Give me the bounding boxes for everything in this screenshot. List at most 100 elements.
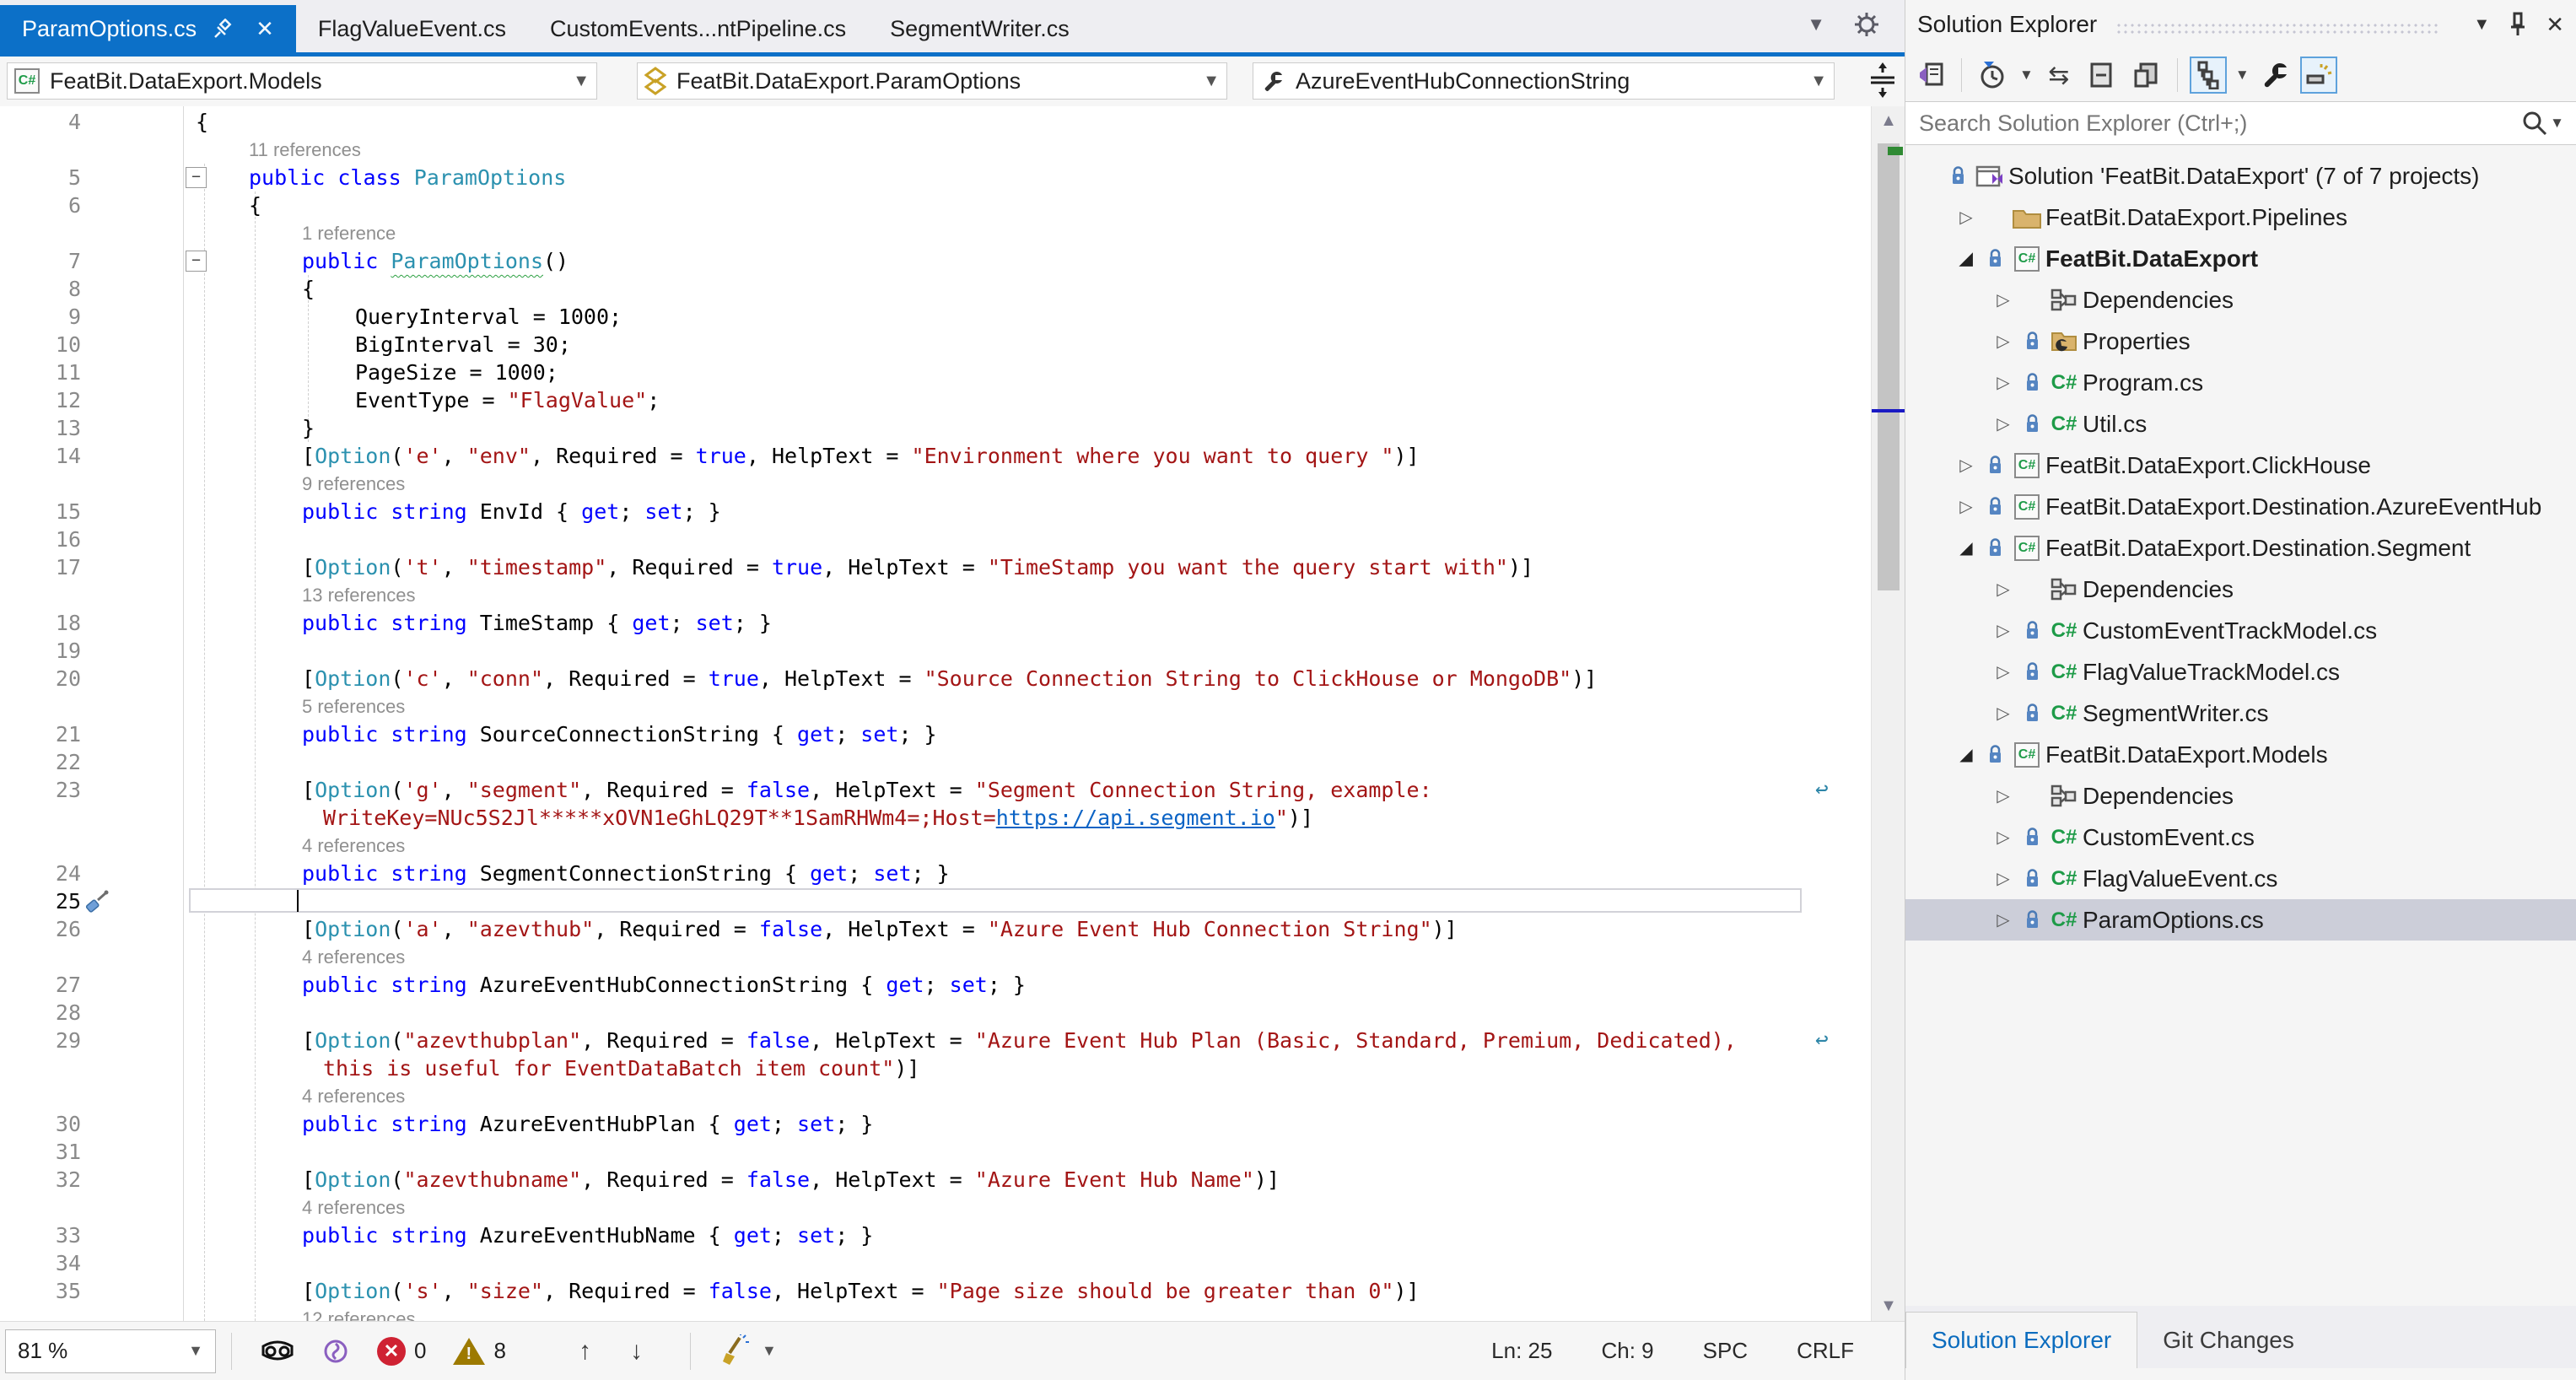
expander-icon[interactable]: ▷ xyxy=(1951,496,1981,517)
codelens-row[interactable]: 1 reference xyxy=(0,219,1871,247)
expander-icon[interactable]: ▷ xyxy=(1988,661,2018,682)
document-tab-flagvalueevent-cs[interactable]: FlagValueEvent.cs xyxy=(296,5,528,52)
code-line-23[interactable]: 23[Option('g', "segment", Required = fal… xyxy=(0,776,1871,804)
tree-item-customevent-cs[interactable]: ▷C#CustomEvent.cs xyxy=(1905,817,2576,858)
copy-docs-icon[interactable] xyxy=(2128,57,2165,94)
pin-icon[interactable] xyxy=(213,19,234,39)
window-list-icon[interactable]: ▼ xyxy=(1807,13,1825,35)
expander-icon[interactable]: ▷ xyxy=(1951,207,1981,228)
codelens-text[interactable]: 1 reference xyxy=(302,219,396,247)
tree-item-dependencies[interactable]: ▷Dependencies xyxy=(1905,279,2576,321)
intellicode-icon[interactable] xyxy=(321,1337,350,1366)
expander-icon[interactable]: ▷ xyxy=(1988,868,2018,889)
scroll-up-icon[interactable]: ▲ xyxy=(1872,111,1905,131)
preview-selected-icon[interactable] xyxy=(2300,57,2337,94)
outlining-collapse-icon[interactable]: − xyxy=(186,251,207,272)
properties-wrench-icon[interactable] xyxy=(2256,57,2293,94)
tree-item-featbit-dataexport-models[interactable]: ◢C#FeatBit.DataExport.Models xyxy=(1905,734,2576,775)
scroll-down-icon[interactable]: ▼ xyxy=(1872,1296,1905,1316)
code-cleanup-broom-icon[interactable]: ▼ xyxy=(719,1334,777,1368)
codelens-text[interactable]: 9 references xyxy=(302,470,405,498)
codelens-row[interactable]: 5 references xyxy=(0,693,1871,720)
codelens-row[interactable]: 12 references xyxy=(0,1305,1871,1321)
codelens-text[interactable]: 4 references xyxy=(302,1082,405,1110)
code-editor[interactable]: 4{11 references5−public class ParamOptio… xyxy=(0,106,1871,1321)
code-line-29[interactable]: 29[Option("azevthubplan", Required = fal… xyxy=(0,1027,1871,1054)
code-line-14[interactable]: 14[Option('e', "env", Required = true, H… xyxy=(0,442,1871,470)
tree-item-solution-featbit-dataexport-7-of-7-projects-[interactable]: Solution 'FeatBit.DataExport' (7 of 7 pr… xyxy=(1905,155,2576,197)
split-editor-handle[interactable] xyxy=(1867,61,1898,98)
switch-views-icon[interactable] xyxy=(1912,57,1949,94)
expander-icon[interactable]: ▷ xyxy=(1988,909,2018,930)
window-position-icon[interactable]: ▼ xyxy=(2473,15,2490,35)
code-line-25[interactable]: 25 xyxy=(0,887,1871,915)
tree-item-flagvalueevent-cs[interactable]: ▷C#FlagValueEvent.cs xyxy=(1905,858,2576,899)
code-line-15[interactable]: 15public string EnvId { get; set; } xyxy=(0,498,1871,526)
expander-icon[interactable]: ▷ xyxy=(1988,372,2018,393)
close-icon[interactable]: ✕ xyxy=(2546,12,2564,38)
expander-icon[interactable]: ◢ xyxy=(1951,744,1981,765)
expander-icon[interactable]: ▷ xyxy=(1988,289,2018,310)
expander-icon[interactable]: ▷ xyxy=(1988,331,2018,352)
code-line-24[interactable]: 24public string SegmentConnectionString … xyxy=(0,860,1871,887)
code-line-33[interactable]: 33public string AzureEventHubName { get;… xyxy=(0,1221,1871,1249)
code-line-4[interactable]: 4{ xyxy=(0,108,1871,136)
url-link[interactable]: https://api.segment.io xyxy=(996,806,1275,830)
code-line-18[interactable]: 18public string TimeStamp { get; set; } xyxy=(0,609,1871,637)
tree-item-featbit-dataexport-pipelines[interactable]: ▷FeatBit.DataExport.Pipelines xyxy=(1905,197,2576,238)
filter-icon[interactable] xyxy=(1974,57,2011,94)
chevron-down-icon[interactable]: ▼ xyxy=(2019,67,2034,84)
member-dropdown[interactable]: AzureEventHubConnectionString ▼ xyxy=(1253,62,1835,100)
tree-item-customeventtrackmodel-cs[interactable]: ▷C#CustomEventTrackModel.cs xyxy=(1905,610,2576,651)
sync-active-document-icon[interactable] xyxy=(2190,57,2227,94)
outlining-collapse-icon[interactable]: − xyxy=(186,167,207,188)
tree-item-featbit-dataexport-destination-segment[interactable]: ◢C#FeatBit.DataExport.Destination.Segmen… xyxy=(1905,527,2576,569)
next-issue-icon[interactable]: ↓ xyxy=(630,1337,643,1366)
sync-icon[interactable]: ⇆ xyxy=(2040,57,2078,94)
tree-item-featbit-dataexport-destination-azureeventhub[interactable]: ▷C#FeatBit.DataExport.Destination.AzureE… xyxy=(1905,486,2576,527)
drag-texture[interactable] xyxy=(2115,22,2441,34)
codelens-text[interactable]: 4 references xyxy=(302,943,405,971)
expander-icon[interactable]: ▷ xyxy=(1988,703,2018,724)
panel-tab-solution-explorer[interactable]: Solution Explorer xyxy=(1905,1312,2137,1368)
code-line-8[interactable]: 8{ xyxy=(0,275,1871,303)
copilot-icon[interactable] xyxy=(261,1338,294,1365)
code-line-5[interactable]: 5−public class ParamOptions xyxy=(0,164,1871,191)
code-line-35[interactable]: 35[Option('s', "size", Required = false,… xyxy=(0,1277,1871,1305)
project-dropdown[interactable]: C# FeatBit.DataExport.Models ▼ xyxy=(7,62,597,100)
search-icon[interactable] xyxy=(2521,110,2548,137)
tree-item-featbit-dataexport[interactable]: ◢C#FeatBit.DataExport xyxy=(1905,238,2576,279)
indent-mode[interactable]: SPC xyxy=(1703,1338,1748,1364)
tree-item-dependencies[interactable]: ▷Dependencies xyxy=(1905,775,2576,817)
expander-icon[interactable]: ▷ xyxy=(1988,579,2018,600)
line-indicator[interactable]: Ln: 25 xyxy=(1491,1338,1552,1364)
code-line-17[interactable]: 17[Option('t', "timestamp", Required = t… xyxy=(0,553,1871,581)
expander-icon[interactable]: ▷ xyxy=(1988,785,2018,806)
codelens-text[interactable]: 4 references xyxy=(302,1194,405,1221)
code-line-27[interactable]: 27public string AzureEventHubConnectionS… xyxy=(0,971,1871,999)
tree-item-program-cs[interactable]: ▷C#Program.cs xyxy=(1905,362,2576,403)
previous-issue-icon[interactable]: ↑ xyxy=(579,1337,591,1366)
type-dropdown[interactable]: FeatBit.DataExport.ParamOptions ▼ xyxy=(637,62,1227,100)
chevron-down-icon[interactable]: ▼ xyxy=(2550,115,2564,132)
code-line-26[interactable]: 26[Option('a', "azevthub", Required = fa… xyxy=(0,915,1871,943)
code-line-19[interactable]: 19 xyxy=(0,637,1871,665)
tree-item-util-cs[interactable]: ▷C#Util.cs xyxy=(1905,403,2576,445)
eol-mode[interactable]: CRLF xyxy=(1797,1338,1854,1364)
expander-icon[interactable]: ◢ xyxy=(1951,248,1981,269)
expander-icon[interactable]: ▷ xyxy=(1988,413,2018,434)
column-indicator[interactable]: Ch: 9 xyxy=(1601,1338,1653,1364)
code-line-7[interactable]: 7−public ParamOptions() xyxy=(0,247,1871,275)
codelens-text[interactable]: 5 references xyxy=(302,693,405,720)
tree-item-properties[interactable]: ▷Properties xyxy=(1905,321,2576,362)
code-line-20[interactable]: 20[Option('c', "conn", Required = true, … xyxy=(0,665,1871,693)
chevron-down-icon[interactable]: ▼ xyxy=(2235,67,2250,84)
code-line-10[interactable]: 10BigInterval = 30; xyxy=(0,331,1871,358)
codelens-text[interactable]: 4 references xyxy=(302,832,405,860)
pin-icon[interactable] xyxy=(2509,12,2527,37)
zoom-select[interactable]: 81 % ▼ xyxy=(5,1329,216,1373)
code-line-32[interactable]: 32[Option("azevthubname", Required = fal… xyxy=(0,1166,1871,1194)
code-line-28[interactable]: 28 xyxy=(0,999,1871,1027)
code-line-16[interactable]: 16 xyxy=(0,526,1871,553)
expander-icon[interactable]: ▷ xyxy=(1988,827,2018,848)
